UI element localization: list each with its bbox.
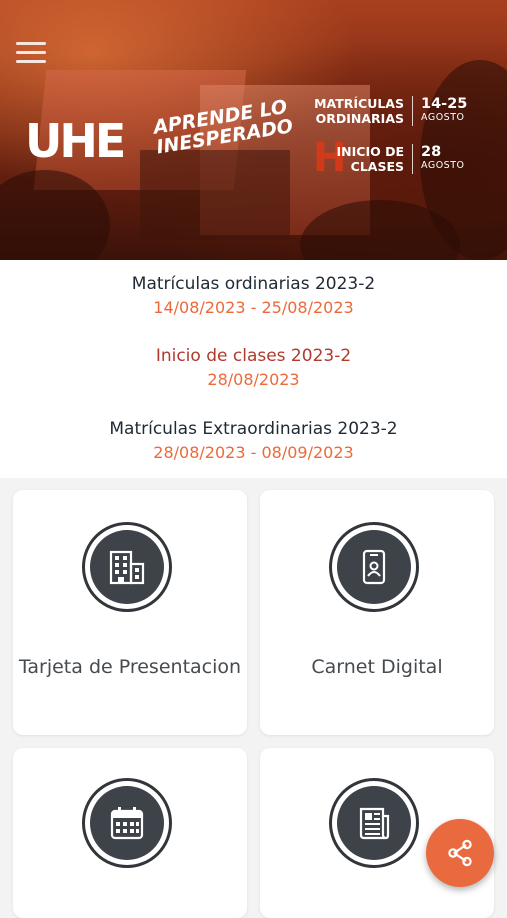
event-date-range: 28/08/2023 xyxy=(207,370,300,389)
card-calendario[interactable] xyxy=(13,748,247,918)
event-inicio-clases: Inicio de clases 2023-2 28/08/2023 xyxy=(0,345,507,391)
share-icon xyxy=(448,839,472,867)
event-date-range: 14/08/2023 - 25/08/2023 xyxy=(153,298,354,317)
event-title: Matrículas ordinarias 2023-2 xyxy=(131,274,376,294)
promo-matriculas: MATRÍCULAS ORDINARIAS 14-25 AGOSTO xyxy=(309,96,473,126)
event-matriculas-ordinarias: Matrículas ordinarias 2023-2 14/08/2023 … xyxy=(0,273,507,319)
event-date-range: 28/08/2023 - 08/09/2023 xyxy=(153,443,354,462)
academic-dates-section: Matrículas ordinarias 2023-2 14/08/2023 … xyxy=(0,260,507,478)
newspaper-icon xyxy=(359,807,390,840)
calendar-icon xyxy=(110,807,144,840)
building-icon xyxy=(109,550,145,585)
banner-building-shape xyxy=(140,150,290,240)
card-label: Carnet Digital xyxy=(311,656,443,678)
id-card-icon xyxy=(362,549,386,585)
hamburger-menu-icon[interactable] xyxy=(16,42,46,64)
hero-banner: UHE APRENDE LO INESPERADO H MATRÍCULAS O… xyxy=(0,0,507,260)
event-title: Inicio de clases 2023-2 xyxy=(155,346,352,366)
uhe-logo: UHE xyxy=(25,114,126,168)
share-fab-button[interactable] xyxy=(426,819,494,887)
event-matriculas-extraordinarias: Matrículas Extraordinarias 2023-2 28/08/… xyxy=(0,418,507,464)
card-label: Tarjeta de Presentacion xyxy=(18,656,242,678)
card-tarjeta-presentacion[interactable]: Tarjeta de Presentacion xyxy=(13,490,247,735)
event-title: Matrículas Extraordinarias 2023-2 xyxy=(109,419,398,439)
card-carnet-digital[interactable]: Carnet Digital xyxy=(260,490,494,735)
banner-promo: MATRÍCULAS ORDINARIAS 14-25 AGOSTO INICI… xyxy=(309,96,473,192)
promo-inicio-clases: INICIO DE CLASES 28 AGOSTO xyxy=(309,144,473,174)
